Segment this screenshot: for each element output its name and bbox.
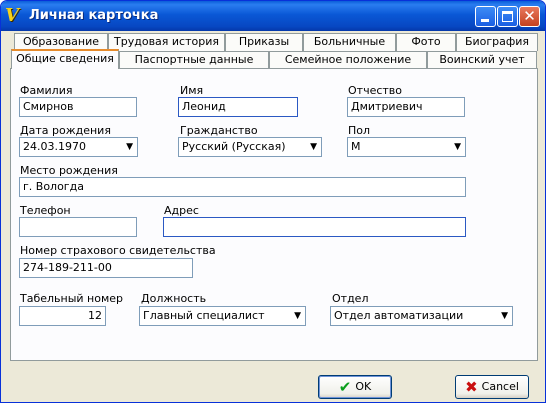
ok-button[interactable]: ✔ OK (318, 375, 392, 399)
minimize-icon (481, 19, 489, 22)
phone-field[interactable] (19, 217, 137, 237)
cancel-button[interactable]: ✖ Cancel (455, 375, 529, 399)
position-select[interactable]: Главный специалист ▼ (139, 306, 306, 326)
citizenship-select[interactable]: Русский (Русская) ▼ (178, 137, 322, 157)
sex-select[interactable]: М ▼ (347, 137, 466, 157)
position-value: Главный специалист (143, 309, 265, 322)
tab-family-status[interactable]: Семейное положение (269, 51, 427, 69)
tab-orders[interactable]: Приказы (225, 33, 303, 51)
address-label: Адрес (164, 204, 199, 217)
cancel-label: Cancel (481, 380, 519, 393)
phone-label: Телефон (20, 204, 71, 217)
department-label: Отдел (332, 292, 369, 305)
tab-work-history[interactable]: Трудовая история (108, 33, 225, 51)
position-label: Должность (141, 292, 207, 305)
app-icon: V (5, 5, 19, 26)
tab-number-label: Табельный номер (20, 292, 124, 305)
dropdown-arrow-icon[interactable]: ▼ (454, 140, 461, 154)
minimize-button[interactable] (475, 6, 496, 27)
dropdown-arrow-icon[interactable]: ▼ (294, 309, 301, 323)
maximize-icon (502, 11, 513, 22)
first-name-field[interactable]: Леонид (178, 97, 298, 117)
tab-general-info[interactable]: Общие сведения (11, 49, 119, 69)
first-name-label: Имя (180, 84, 204, 97)
department-select[interactable]: Отдел автоматизации ▼ (330, 306, 513, 326)
tab-military-record[interactable]: Воинский учет (427, 51, 537, 69)
dropdown-arrow-icon[interactable]: ▼ (501, 309, 508, 323)
tab-passport-data[interactable]: Паспортные данные (119, 51, 269, 69)
insurance-number-field[interactable]: 274-189-211-00 (19, 258, 193, 278)
birth-place-field[interactable]: г. Вологда (19, 177, 466, 197)
window-title: Личная карточка (29, 8, 159, 23)
ok-label: OK (355, 380, 372, 393)
title-bar[interactable]: V Личная карточка ✕ (1, 1, 545, 31)
patronymic-label: Отчество (348, 84, 403, 97)
maximize-button[interactable] (497, 6, 518, 27)
personal-card-window: V Личная карточка ✕ Образование Трудовая… (0, 0, 546, 403)
address-field[interactable] (163, 217, 466, 237)
citizenship-value: Русский (Русская) (182, 140, 286, 153)
tab-number-field[interactable]: 12 (19, 306, 106, 326)
insurance-number-label: Номер страхового свидетельства (20, 244, 216, 257)
checkmark-icon: ✔ (338, 378, 352, 396)
birth-date-label: Дата рождения (20, 124, 111, 137)
patronymic-field[interactable]: Дмитриевич (347, 97, 465, 117)
birth-place-label: Место рождения (20, 164, 118, 177)
sex-label: Пол (348, 124, 371, 137)
tab-photo[interactable]: Фото (396, 33, 456, 51)
cross-icon: ✖ (465, 378, 478, 396)
sex-value: М (351, 140, 361, 153)
birth-date-value: 24.03.1970 (23, 140, 86, 153)
last-name-label: Фамилия (20, 84, 73, 97)
citizenship-label: Гражданство (180, 124, 258, 137)
last-name-field[interactable]: Смирнов (19, 97, 137, 117)
close-icon: ✕ (523, 7, 536, 25)
dropdown-arrow-icon[interactable]: ▼ (126, 140, 133, 154)
tab-sick-leave[interactable]: Больничные (303, 33, 396, 51)
birth-date-picker[interactable]: 24.03.1970 ▼ (19, 137, 138, 157)
dropdown-arrow-icon[interactable]: ▼ (310, 140, 317, 154)
department-value: Отдел автоматизации (334, 309, 464, 322)
tab-biography[interactable]: Биография (456, 33, 538, 51)
close-button[interactable]: ✕ (519, 6, 540, 27)
